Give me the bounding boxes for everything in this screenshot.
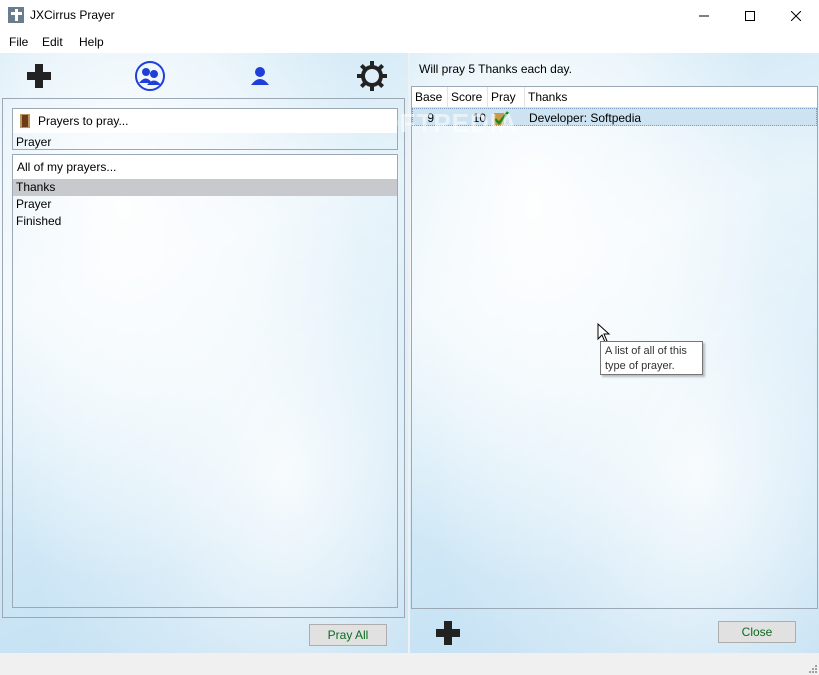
all-prayers-list: All of my prayers... Thanks Prayer Finis… bbox=[12, 154, 398, 608]
list-item-thanks[interactable]: Thanks bbox=[13, 179, 397, 196]
app-cross-icon bbox=[8, 7, 24, 23]
tooltip: A list of all of this type of prayer. bbox=[600, 341, 703, 375]
menu-edit[interactable]: Edit bbox=[42, 35, 63, 49]
list-item-prayer[interactable]: Prayer bbox=[13, 196, 397, 213]
gear-icon[interactable] bbox=[356, 60, 388, 92]
pray-all-button[interactable]: Pray All bbox=[309, 624, 387, 646]
cell-thanks: Developer: Softpedia bbox=[529, 111, 642, 125]
column-thanks[interactable]: Thanks bbox=[525, 87, 817, 107]
minimize-button[interactable] bbox=[681, 0, 727, 31]
close-window-button[interactable] bbox=[773, 0, 819, 31]
status-bar bbox=[0, 653, 819, 675]
window-title: JXCirrus Prayer bbox=[30, 8, 115, 22]
minimize-icon bbox=[699, 15, 709, 16]
close-button[interactable]: Close bbox=[718, 621, 796, 643]
tooltip-line-1: A list of all of this bbox=[605, 345, 687, 357]
add-thanks-plus-icon[interactable] bbox=[433, 618, 463, 648]
table-header: Base Score Pray Thanks bbox=[412, 87, 817, 108]
close-icon bbox=[791, 10, 801, 21]
maximize-icon bbox=[745, 10, 755, 21]
resize-grip-icon[interactable] bbox=[807, 663, 817, 673]
title-bar: JXCirrus Prayer bbox=[0, 0, 819, 31]
menu-help[interactable]: Help bbox=[79, 35, 104, 49]
group-people-icon[interactable] bbox=[133, 59, 167, 93]
prayer-schedule-header: Will pray 5 Thanks each day. bbox=[419, 62, 572, 76]
maximize-button[interactable] bbox=[727, 0, 773, 31]
prayers-to-pray-box: Prayers to pray... Prayer bbox=[12, 108, 398, 150]
prayers-to-pray-label: Prayers to pray... bbox=[38, 114, 129, 128]
scroll-book-icon bbox=[20, 114, 30, 128]
column-base[interactable]: Base bbox=[412, 87, 448, 107]
menu-file[interactable]: File bbox=[9, 35, 28, 49]
left-pane: Prayers to pray... Prayer All of my pray… bbox=[0, 53, 408, 653]
tooltip-line-2: type of prayer. bbox=[605, 360, 675, 372]
softpedia-watermark: SOFTPEDIA bbox=[360, 108, 518, 138]
list-item-finished[interactable]: Finished bbox=[13, 213, 397, 230]
person-icon[interactable] bbox=[248, 64, 272, 88]
menu-bar: File Edit Help bbox=[0, 31, 819, 53]
column-pray[interactable]: Pray bbox=[488, 87, 525, 107]
column-score[interactable]: Score bbox=[448, 87, 488, 107]
prayers-to-pray-header[interactable]: Prayers to pray... bbox=[13, 109, 397, 133]
add-plus-icon[interactable] bbox=[24, 61, 54, 91]
prayer-type-value: Prayer bbox=[16, 135, 52, 149]
all-prayers-header: All of my prayers... bbox=[13, 155, 397, 179]
